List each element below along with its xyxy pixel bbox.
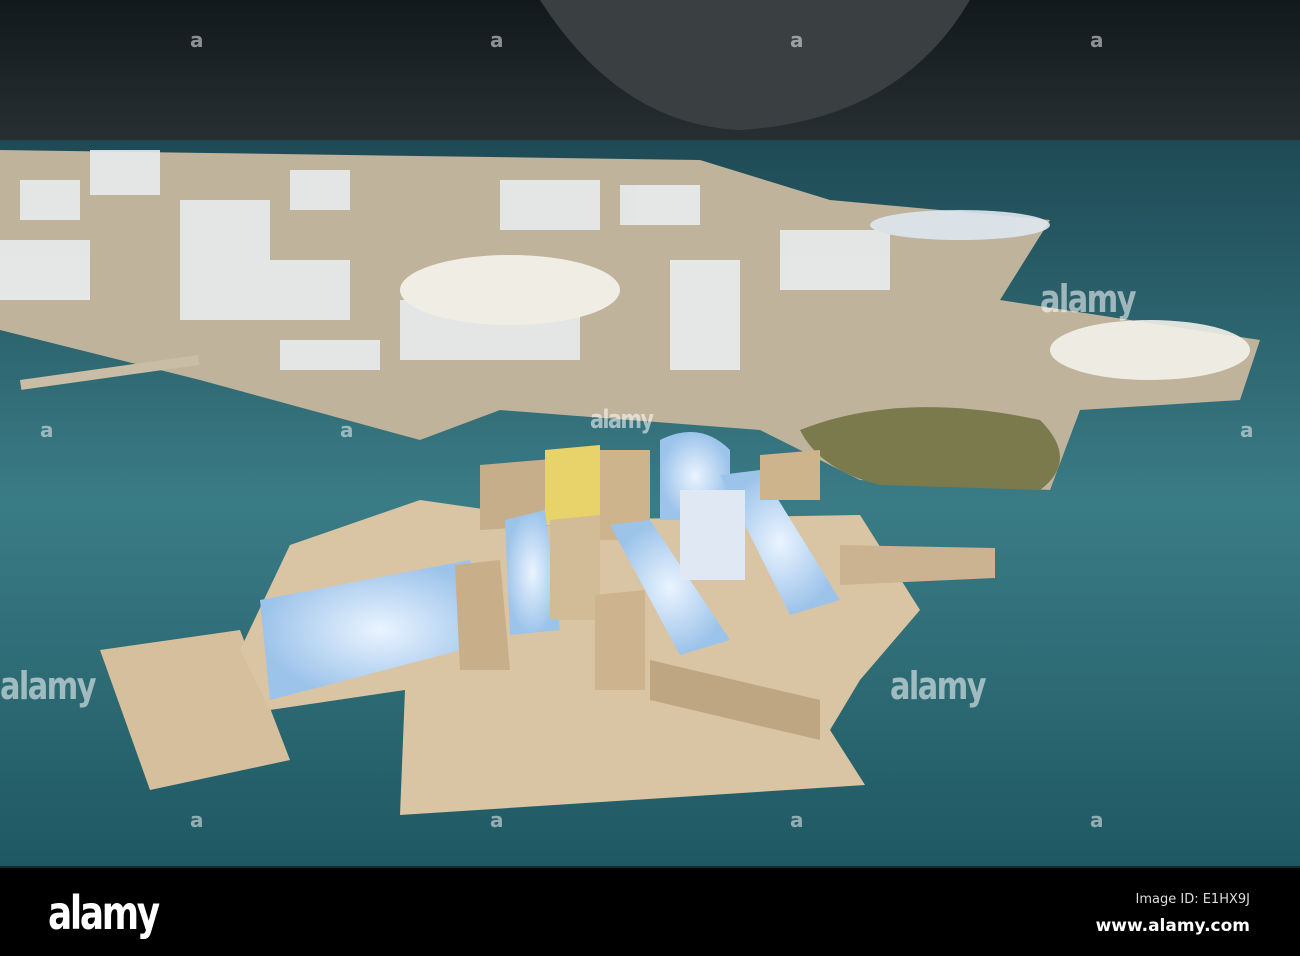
watermark-marker: a [190, 808, 204, 832]
footer-bar: alamy Image ID: E1HX9J www.alamy.com [0, 866, 1300, 956]
watermark-marker: a [1240, 418, 1254, 442]
watermark: alamy [590, 405, 654, 435]
watermark-marker: a [40, 418, 54, 442]
watermark: alamy [0, 664, 97, 708]
alamy-logo: alamy [48, 886, 160, 940]
site-url: www.alamy.com [1095, 916, 1250, 936]
watermark-marker: a [340, 418, 354, 442]
image-id: Image ID: E1HX9J [1135, 892, 1250, 907]
watermark-marker: a [790, 28, 804, 52]
watermark: alamy [890, 664, 987, 708]
watermark-marker: a [490, 28, 504, 52]
watermark-marker: a [790, 808, 804, 832]
watermark-marker: a [490, 808, 504, 832]
photo-stage: alamy alamy alamy alamy a a a a a a a a … [0, 0, 1300, 956]
watermark-marker: a [1090, 808, 1104, 832]
watermark-marker: a [1090, 28, 1104, 52]
watermark-marker: a [190, 28, 204, 52]
watermark: alamy [1040, 277, 1137, 321]
